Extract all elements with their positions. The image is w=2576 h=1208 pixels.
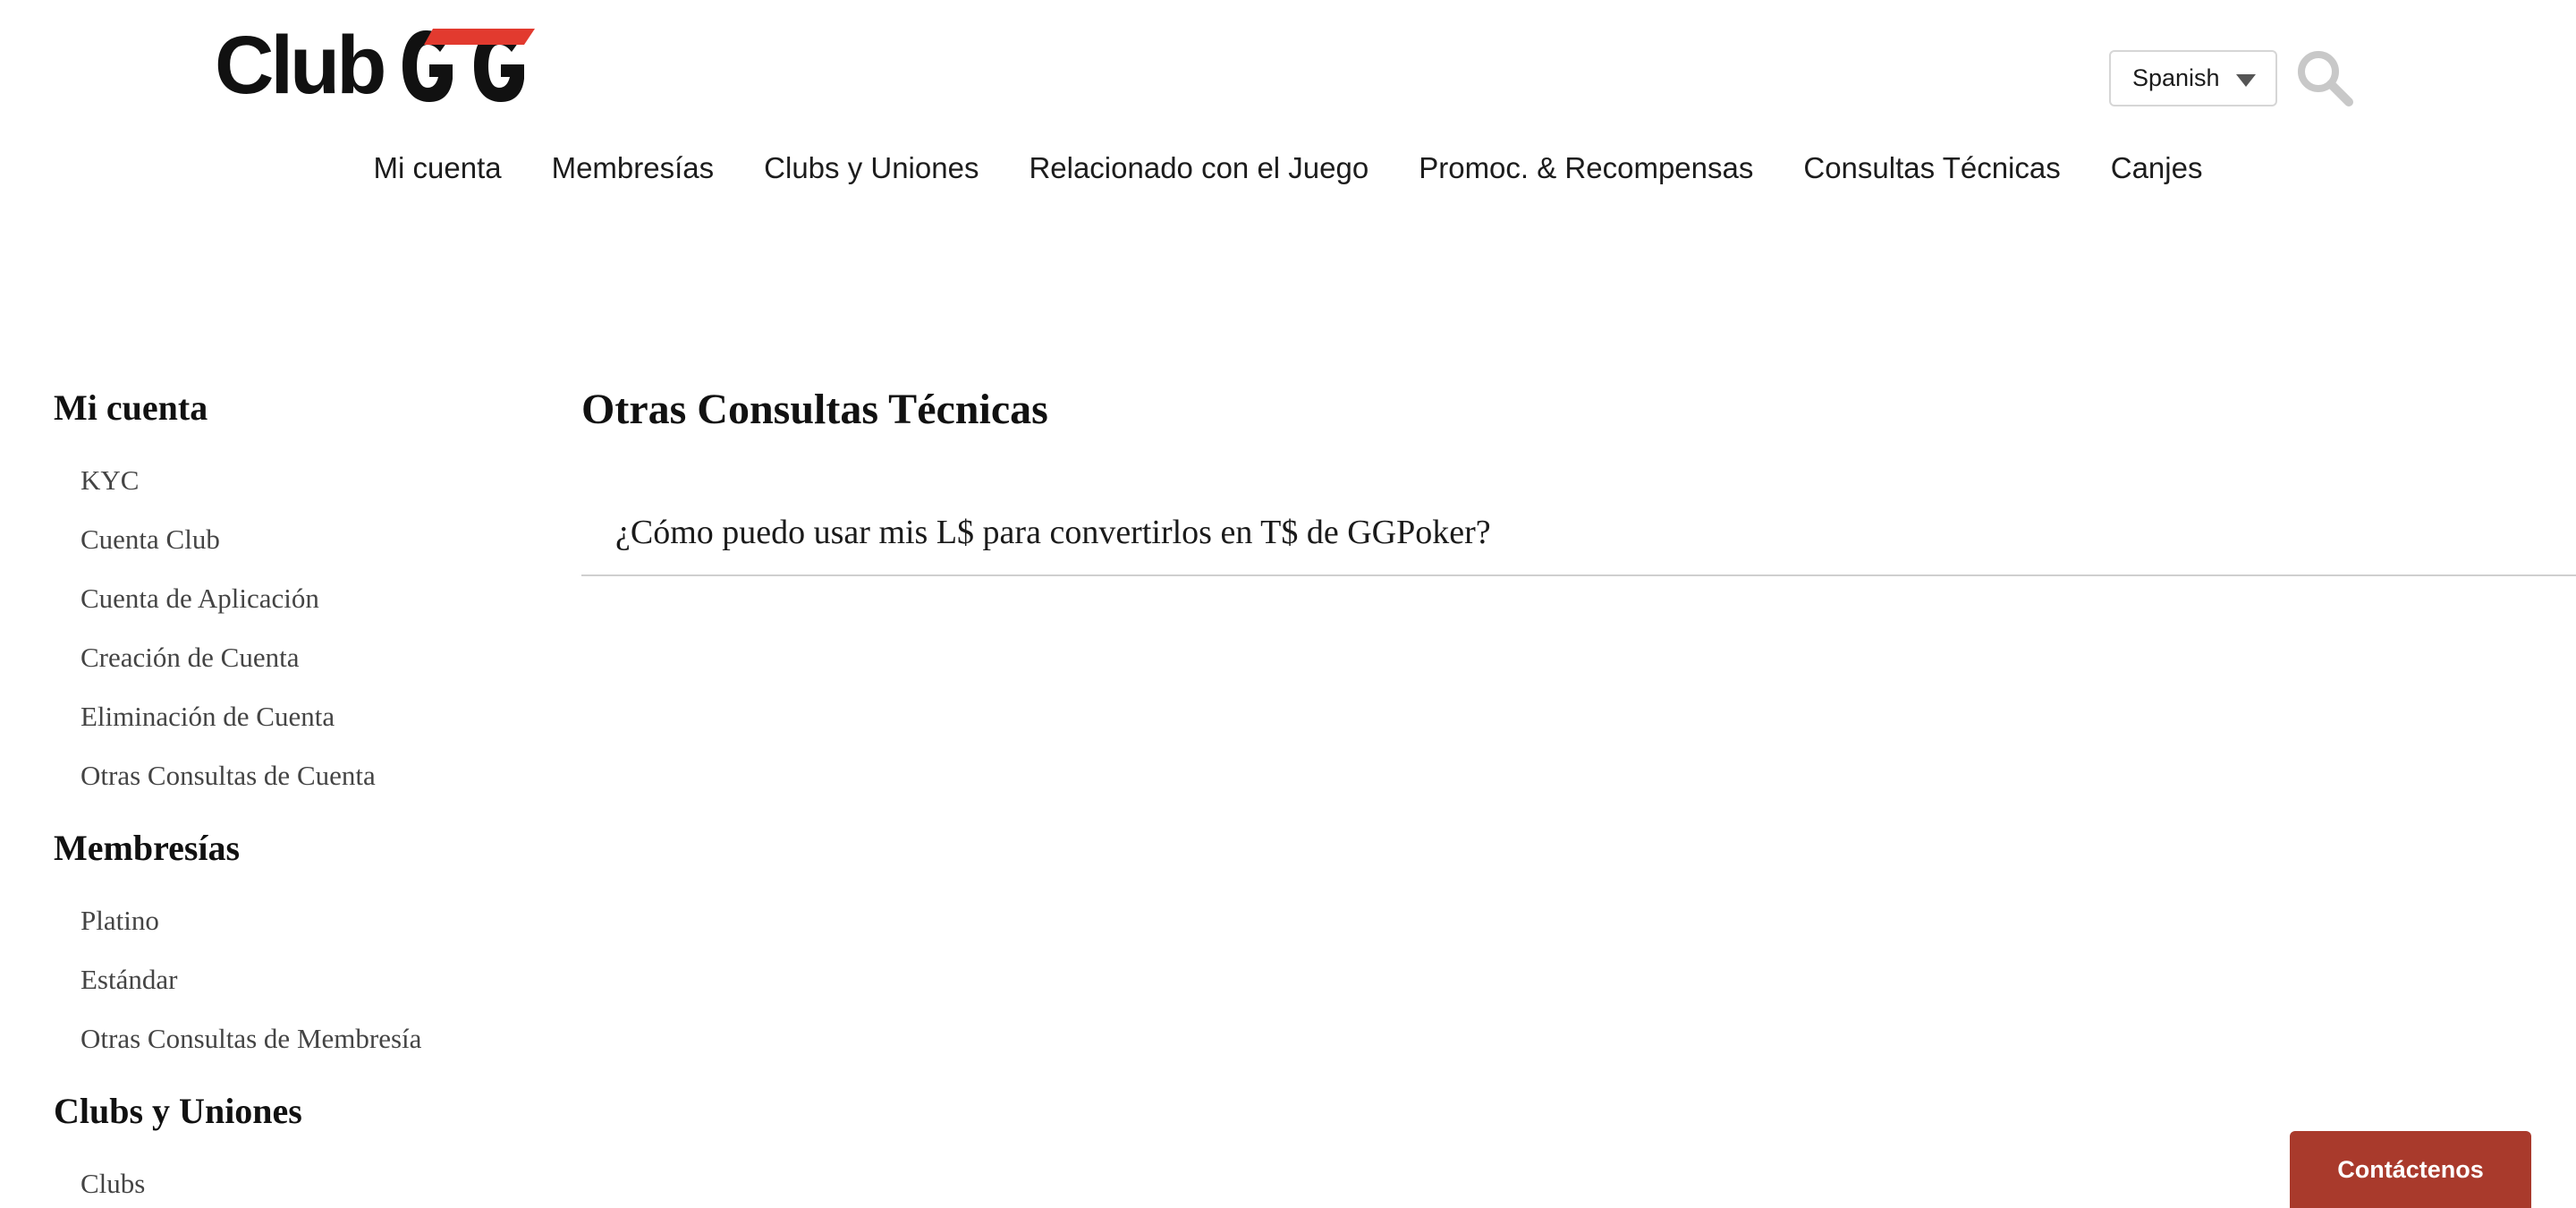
sidebar-section-clubs-y-uniones: Clubs y Uniones Clubs (54, 1088, 555, 1208)
clubgg-logo[interactable]: Club (215, 20, 542, 111)
sidebar-item-clubs[interactable]: Clubs (80, 1154, 555, 1208)
nav-item-consultas-tecnicas[interactable]: Consultas Técnicas (1803, 143, 2060, 193)
sidebar-item-otras-consultas-de-membresia[interactable]: Otras Consultas de Membresía (80, 1009, 555, 1068)
sidebar: Mi cuenta KYC Cuenta Club Cuenta de Apli… (54, 385, 555, 1208)
chevron-down-icon (2236, 74, 2256, 87)
contact-button[interactable]: Contáctenos (2290, 1131, 2531, 1208)
sidebar-item-cuenta-club[interactable]: Cuenta Club (80, 510, 555, 569)
divider (581, 574, 2576, 576)
nav-item-clubs-y-uniones[interactable]: Clubs y Uniones (764, 143, 979, 193)
nav-item-canjes[interactable]: Canjes (2111, 143, 2203, 193)
svg-text:Club: Club (215, 23, 384, 106)
sidebar-section-membresias: Membresías Platino Estándar Otras Consul… (54, 825, 555, 1068)
nav-item-membresias[interactable]: Membresías (552, 143, 715, 193)
main-nav: Mi cuenta Membresías Clubs y Uniones Rel… (0, 143, 2576, 193)
nav-item-relacionado-con-el-juego[interactable]: Relacionado con el Juego (1029, 143, 1368, 193)
sidebar-section-title[interactable]: Clubs y Uniones (54, 1088, 555, 1135)
sidebar-item-otras-consultas-de-cuenta[interactable]: Otras Consultas de Cuenta (80, 746, 555, 805)
sidebar-section-title[interactable]: Mi cuenta (54, 385, 555, 431)
sidebar-section-mi-cuenta: Mi cuenta KYC Cuenta Club Cuenta de Apli… (54, 385, 555, 805)
language-select-value: Spanish (2132, 64, 2220, 91)
sidebar-item-creacion-de-cuenta[interactable]: Creación de Cuenta (80, 628, 555, 687)
sidebar-item-platino[interactable]: Platino (80, 891, 555, 950)
sidebar-item-kyc[interactable]: KYC (80, 451, 555, 510)
sidebar-item-estandar[interactable]: Estándar (80, 950, 555, 1009)
sidebar-section-title[interactable]: Membresías (54, 825, 555, 872)
language-select[interactable]: Spanish (2109, 50, 2277, 106)
article-link[interactable]: ¿Cómo puedo usar mis L$ para convertirlo… (615, 508, 1491, 557)
sidebar-item-cuenta-de-aplicacion[interactable]: Cuenta de Aplicación (80, 569, 555, 628)
nav-item-mi-cuenta[interactable]: Mi cuenta (374, 143, 502, 193)
nav-item-promociones[interactable]: Promoc. & Recompensas (1419, 143, 1753, 193)
sidebar-item-eliminacion-de-cuenta[interactable]: Eliminación de Cuenta (80, 687, 555, 746)
page-title: Otras Consultas Técnicas (581, 386, 1048, 433)
search-icon[interactable] (2295, 48, 2354, 107)
